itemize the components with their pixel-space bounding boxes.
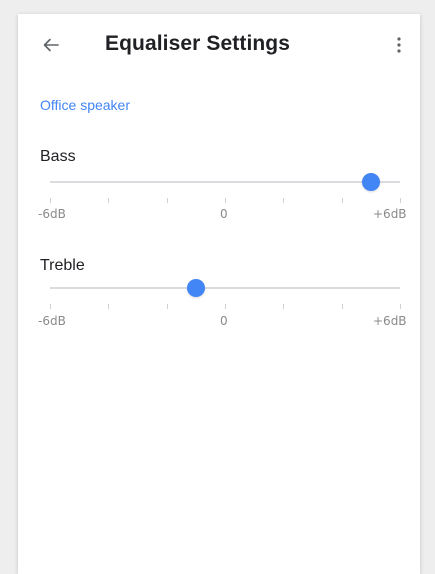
- tick-mark: [283, 304, 285, 309]
- tick-mark: [166, 304, 168, 309]
- tick-mark: [341, 198, 343, 203]
- back-button[interactable]: [38, 32, 64, 58]
- equaliser-screen: Equaliser Settings Office speaker Bass -…: [18, 14, 420, 574]
- more-vert-icon: [397, 37, 401, 53]
- tick-mark: [108, 304, 110, 309]
- bass-slider-thumb[interactable]: [361, 173, 380, 191]
- treble-label: Treble: [40, 257, 85, 274]
- overflow-menu-button[interactable]: [386, 32, 412, 58]
- treble-mid-label: 0: [220, 314, 228, 328]
- tick-mark: [50, 304, 51, 309]
- treble-min-label: -6dB: [38, 314, 66, 328]
- bass-min-label: -6dB: [38, 207, 66, 221]
- bass-label: Bass: [40, 148, 76, 165]
- arrow-back-icon: [43, 38, 59, 52]
- bass-tick-marks: [50, 198, 401, 204]
- bass-slider[interactable]: [50, 172, 400, 192]
- treble-slider-track: [50, 287, 400, 289]
- tick-mark: [400, 304, 401, 309]
- bass-mid-label: 0: [220, 207, 228, 221]
- tick-mark: [166, 198, 168, 203]
- tick-mark: [225, 198, 226, 203]
- tick-mark: [108, 198, 110, 203]
- tick-mark: [225, 304, 226, 309]
- app-bar: Equaliser Settings: [18, 14, 420, 76]
- treble-tick-marks: [50, 304, 401, 310]
- treble-slider[interactable]: [50, 278, 400, 298]
- tick-mark: [400, 198, 401, 203]
- page-title: Equaliser Settings: [105, 32, 291, 55]
- tick-mark: [341, 304, 343, 309]
- treble-max-label: +6dB: [373, 314, 407, 328]
- bass-max-label: +6dB: [373, 207, 407, 221]
- device-name-link[interactable]: Office speaker: [40, 97, 130, 113]
- bass-slider-track: [50, 181, 400, 183]
- treble-slider-thumb[interactable]: [186, 279, 205, 297]
- tick-mark: [283, 198, 285, 203]
- tick-mark: [50, 198, 51, 203]
